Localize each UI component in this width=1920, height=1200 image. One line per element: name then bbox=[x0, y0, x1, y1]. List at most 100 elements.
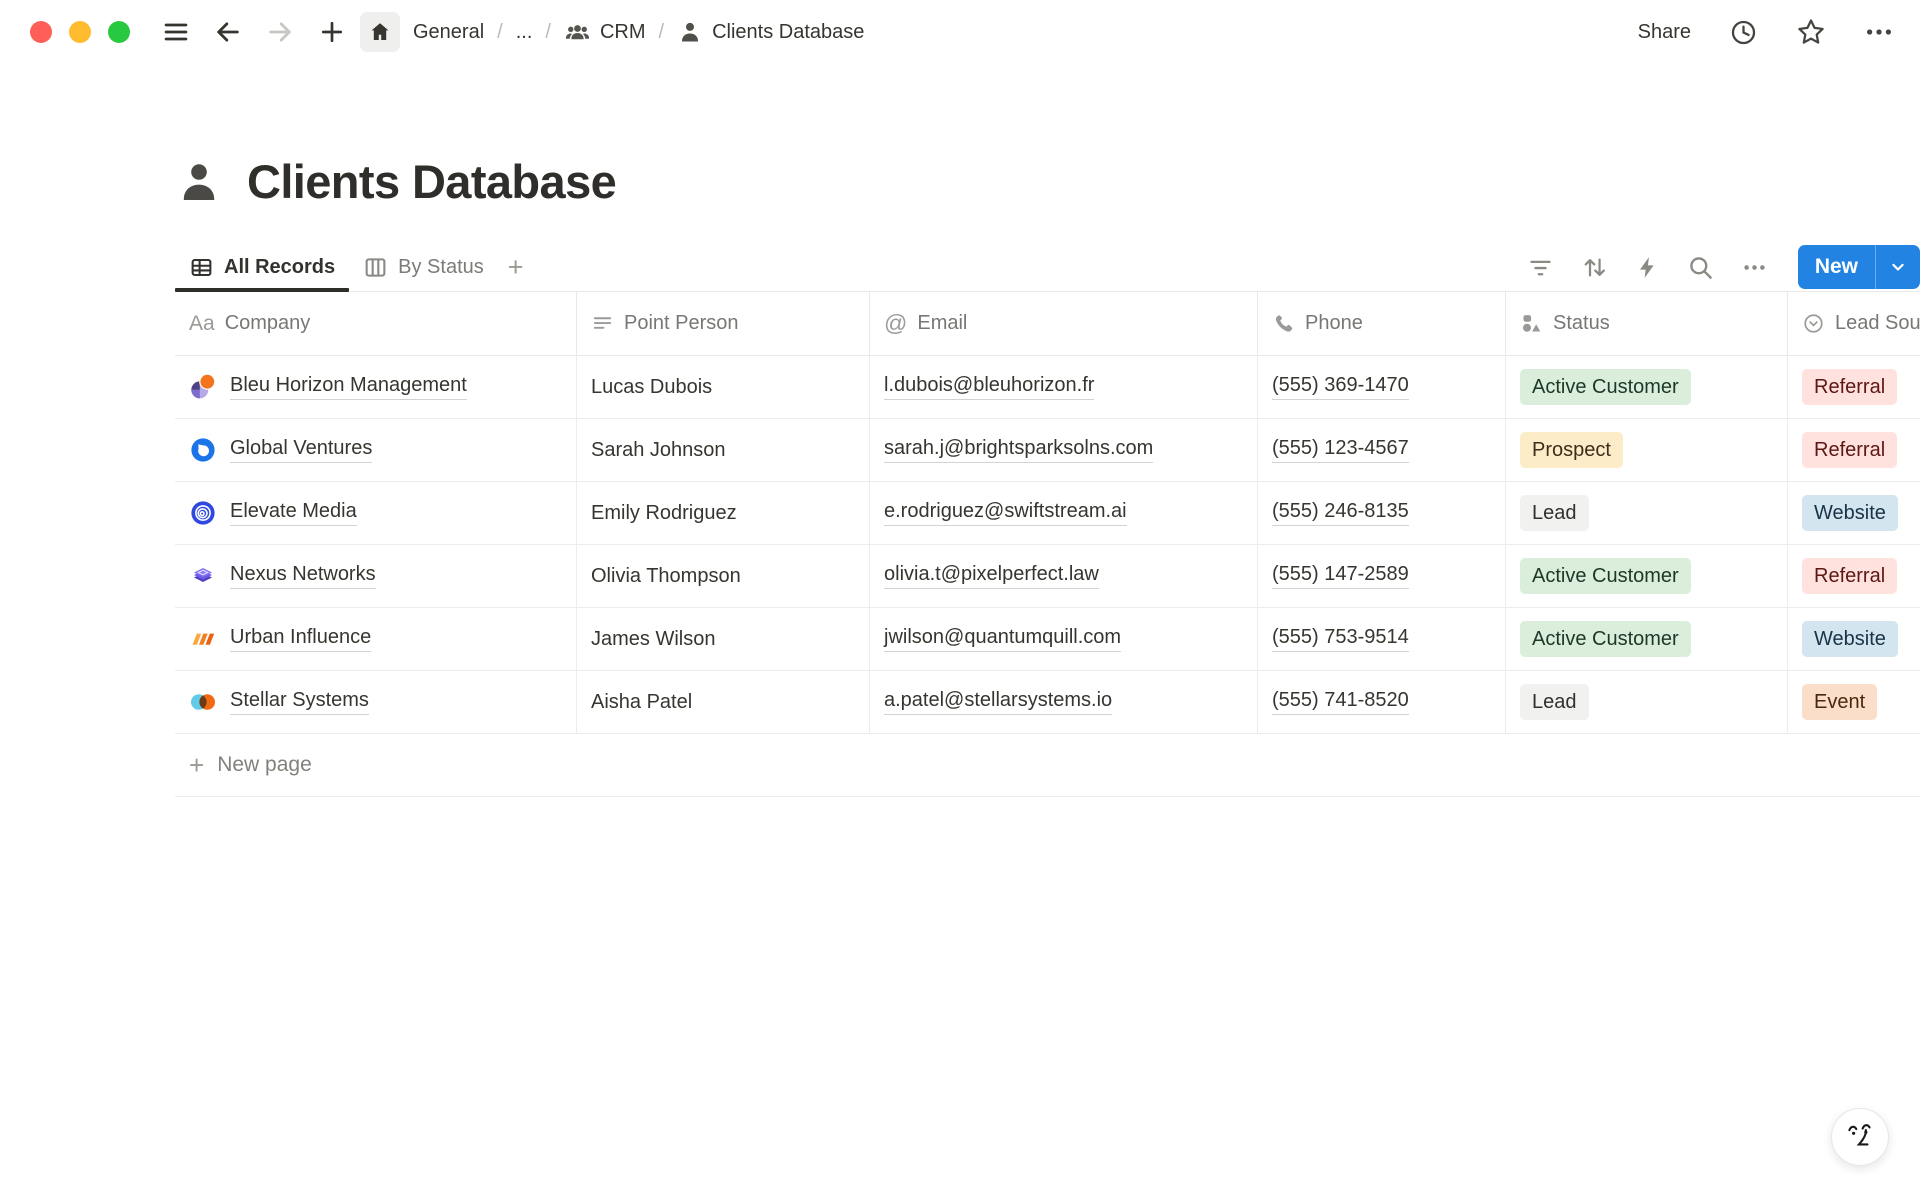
email-cell[interactable]: sarah.j@brightsparksolns.com bbox=[870, 419, 1258, 482]
home-icon[interactable] bbox=[360, 12, 400, 52]
phone-cell[interactable]: (555) 741-8520 bbox=[1258, 671, 1506, 734]
breadcrumb: General / ... / CRM / Clients Database bbox=[360, 12, 864, 52]
table-row[interactable]: Stellar Systems Aisha Patel a.patel@stel… bbox=[175, 671, 1920, 734]
point-person-cell[interactable]: Lucas Dubois bbox=[577, 356, 870, 419]
page-icon-person[interactable] bbox=[175, 158, 223, 206]
company-cell[interactable]: Urban Influence bbox=[175, 608, 577, 671]
company-cell[interactable]: Stellar Systems bbox=[175, 671, 577, 734]
column-header-point-person[interactable]: Point Person bbox=[577, 292, 870, 356]
person-page-icon bbox=[677, 19, 703, 45]
lead-source-badge: Website bbox=[1802, 621, 1898, 657]
phone-cell[interactable]: (555) 246-8135 bbox=[1258, 482, 1506, 545]
page-title[interactable]: Clients Database bbox=[247, 154, 616, 209]
tab-by-status[interactable]: By Status bbox=[349, 243, 498, 291]
phone-cell[interactable]: (555) 123-4567 bbox=[1258, 419, 1506, 482]
new-record-dropdown-icon[interactable] bbox=[1875, 245, 1920, 289]
new-record-button[interactable]: New bbox=[1798, 245, 1920, 289]
breadcrumb-item-clients-database[interactable]: Clients Database bbox=[677, 19, 864, 45]
status-cell[interactable]: Prospect bbox=[1506, 419, 1788, 482]
lead-source-cell[interactable]: Referral bbox=[1788, 419, 1920, 482]
phone-cell[interactable]: (555) 369-1470 bbox=[1258, 356, 1506, 419]
column-header-email[interactable]: @Email bbox=[870, 292, 1258, 356]
email-value: jwilson@quantumquill.com bbox=[884, 626, 1121, 652]
breadcrumb-separator: / bbox=[545, 21, 551, 44]
point-person-cell[interactable]: Aisha Patel bbox=[577, 671, 870, 734]
company-cell[interactable]: Elevate Media bbox=[175, 482, 577, 545]
status-cell[interactable]: Lead bbox=[1506, 671, 1788, 734]
back-icon[interactable] bbox=[214, 18, 242, 46]
lead-source-cell[interactable]: Website bbox=[1788, 608, 1920, 671]
column-header-lead-source[interactable]: Lead Source bbox=[1788, 292, 1920, 356]
board-view-icon bbox=[363, 255, 388, 280]
lead-source-badge: Referral bbox=[1802, 432, 1897, 468]
global-ventures-logo-icon bbox=[189, 436, 217, 464]
email-cell[interactable]: e.rodriguez@swiftstream.ai bbox=[870, 482, 1258, 545]
lead-source-cell[interactable]: Referral bbox=[1788, 356, 1920, 419]
status-cell[interactable]: Lead bbox=[1506, 482, 1788, 545]
notion-ai-button[interactable] bbox=[1831, 1108, 1889, 1166]
lead-source-cell[interactable]: Website bbox=[1788, 482, 1920, 545]
column-label: Email bbox=[917, 312, 967, 335]
company-cell[interactable]: Bleu Horizon Management bbox=[175, 356, 577, 419]
point-person-cell[interactable]: Emily Rodriguez bbox=[577, 482, 870, 545]
filter-icon[interactable] bbox=[1527, 254, 1554, 281]
company-name: Elevate Media bbox=[230, 500, 357, 526]
share-button[interactable]: Share bbox=[1638, 21, 1691, 44]
email-value: e.rodriguez@swiftstream.ai bbox=[884, 500, 1127, 526]
company-cell[interactable]: Nexus Networks bbox=[175, 545, 577, 608]
phone-cell[interactable]: (555) 147-2589 bbox=[1258, 545, 1506, 608]
point-person-cell[interactable]: Sarah Johnson bbox=[577, 419, 870, 482]
elevate-media-logo-icon bbox=[189, 499, 217, 527]
status-cell[interactable]: Active Customer bbox=[1506, 545, 1788, 608]
point-person-cell[interactable]: Olivia Thompson bbox=[577, 545, 870, 608]
email-value: a.patel@stellarsystems.io bbox=[884, 689, 1112, 715]
email-cell[interactable]: jwilson@quantumquill.com bbox=[870, 608, 1258, 671]
email-cell[interactable]: a.patel@stellarsystems.io bbox=[870, 671, 1258, 734]
email-cell[interactable]: l.dubois@bleuhorizon.fr bbox=[870, 356, 1258, 419]
new-page-row[interactable]: + New page bbox=[175, 734, 1920, 797]
point-person-cell[interactable]: James Wilson bbox=[577, 608, 870, 671]
breadcrumb-item-crm[interactable]: CRM bbox=[564, 19, 646, 46]
table-row[interactable]: Urban Influence James Wilson jwilson@qua… bbox=[175, 608, 1920, 671]
email-cell[interactable]: olivia.t@pixelperfect.law bbox=[870, 545, 1258, 608]
column-header-company[interactable]: AaCompany bbox=[175, 292, 577, 356]
tab-all-records[interactable]: All Records bbox=[175, 243, 349, 291]
column-header-status[interactable]: Status bbox=[1506, 292, 1788, 356]
status-cell[interactable]: Active Customer bbox=[1506, 356, 1788, 419]
close-window-button[interactable] bbox=[30, 21, 52, 43]
search-icon[interactable] bbox=[1687, 254, 1714, 281]
column-label: Phone bbox=[1305, 312, 1363, 335]
table-row[interactable]: Elevate Media Emily Rodriguez e.rodrigue… bbox=[175, 482, 1920, 545]
text-property-icon bbox=[591, 312, 614, 335]
phone-cell[interactable]: (555) 753-9514 bbox=[1258, 608, 1506, 671]
table-row[interactable]: Global Ventures Sarah Johnson sarah.j@br… bbox=[175, 419, 1920, 482]
new-tab-icon[interactable] bbox=[318, 18, 346, 46]
breadcrumb-item-general[interactable]: General bbox=[413, 21, 484, 44]
forward-icon[interactable] bbox=[266, 18, 294, 46]
status-badge: Lead bbox=[1520, 684, 1589, 720]
table-row[interactable]: Bleu Horizon Management Lucas Dubois l.d… bbox=[175, 356, 1920, 419]
add-view-button[interactable]: + bbox=[498, 252, 534, 283]
point-person-value: Emily Rodriguez bbox=[591, 502, 737, 525]
company-name: Stellar Systems bbox=[230, 689, 369, 715]
history-clock-icon[interactable] bbox=[1729, 18, 1758, 47]
lead-source-cell[interactable]: Event bbox=[1788, 671, 1920, 734]
breadcrumb-separator: / bbox=[497, 21, 503, 44]
automation-lightning-icon[interactable] bbox=[1635, 255, 1660, 280]
company-cell[interactable]: Global Ventures bbox=[175, 419, 577, 482]
lead-source-cell[interactable]: Referral bbox=[1788, 545, 1920, 608]
zoom-window-button[interactable] bbox=[108, 21, 130, 43]
window-titlebar: General / ... / CRM / Clients Database S… bbox=[0, 0, 1920, 64]
column-header-phone[interactable]: Phone bbox=[1258, 292, 1506, 356]
phone-value: (555) 753-9514 bbox=[1272, 626, 1409, 652]
minimize-window-button[interactable] bbox=[69, 21, 91, 43]
lead-source-badge: Referral bbox=[1802, 369, 1897, 405]
sidebar-menu-icon[interactable] bbox=[162, 18, 190, 46]
more-options-icon[interactable] bbox=[1864, 17, 1894, 47]
sort-icon[interactable] bbox=[1581, 254, 1608, 281]
breadcrumb-item-collapsed[interactable]: ... bbox=[516, 21, 533, 44]
table-row[interactable]: Nexus Networks Olivia Thompson olivia.t@… bbox=[175, 545, 1920, 608]
view-more-options-icon[interactable] bbox=[1741, 254, 1768, 281]
favorite-star-icon[interactable] bbox=[1796, 17, 1826, 47]
status-cell[interactable]: Active Customer bbox=[1506, 608, 1788, 671]
